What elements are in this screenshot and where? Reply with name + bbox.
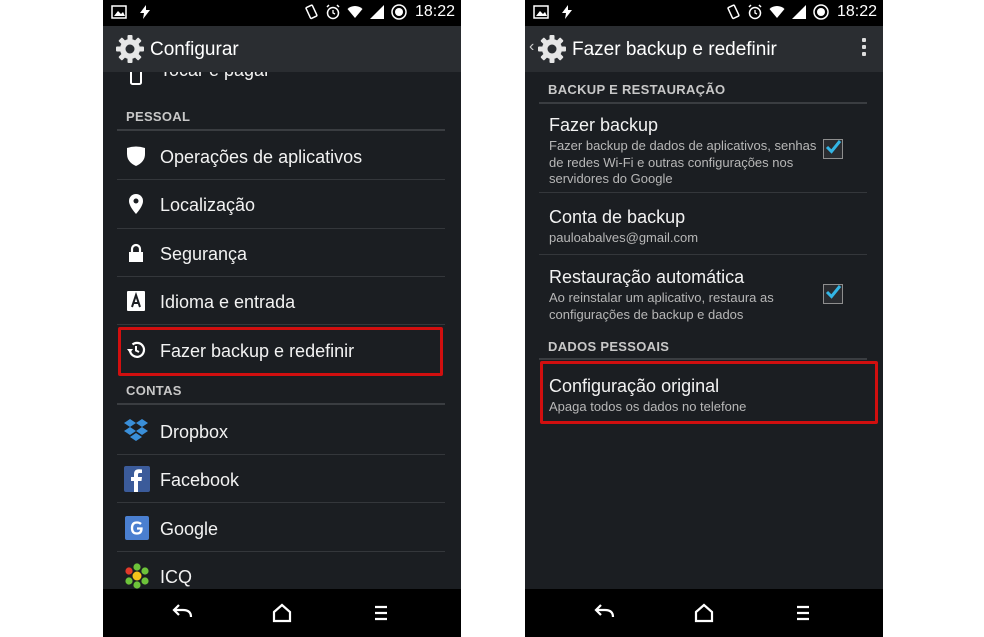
- list-item-label: Dropbox: [160, 422, 229, 442]
- divider: [117, 502, 445, 503]
- item-summary: paulo​abalves@gmail.com: [549, 230, 699, 245]
- backup-reset-screen: 18:22 ‹ Fazer backup e redefinir BACKUP …: [525, 0, 883, 637]
- list-item-label: Segurança: [160, 244, 248, 264]
- list-item-label: Localização: [160, 195, 256, 215]
- status-bar: 18:22: [525, 0, 883, 26]
- list-item-operacoes-de-aplicativos[interactable]: Operações de aplicativos: [117, 133, 445, 179]
- page-title: Configurar: [150, 39, 239, 60]
- icq-icon: [125, 563, 149, 589]
- section-header-contas: CONTAS: [126, 383, 182, 398]
- signal-icon: [791, 5, 806, 19]
- divider: [117, 228, 445, 229]
- list-item-label: Operações de aplicativos: [160, 147, 363, 167]
- list-item-facebook[interactable]: Facebook: [117, 456, 445, 502]
- home-icon[interactable]: [690, 601, 718, 625]
- language-icon: [127, 291, 145, 311]
- clock: 18:22: [414, 3, 455, 20]
- backup-settings-list[interactable]: BACKUP E RESTAURAÇÃO Fazer backup Fazer …: [525, 72, 883, 589]
- section-header-pessoal: PESSOAL: [126, 109, 191, 124]
- list-item-idioma-e-entrada[interactable]: Idioma e entrada: [117, 278, 445, 324]
- highlight-box: [540, 361, 878, 424]
- image-notification-icon: [533, 5, 549, 19]
- item-summary: Ao reinstalar um aplicativo, restaura as…: [549, 290, 774, 322]
- list-item-label: ICQ: [160, 567, 193, 587]
- item-summary: Fazer backup de dados de aplicativos, se…: [549, 138, 817, 186]
- shield-icon: [127, 146, 145, 166]
- navigation-bar: [525, 589, 883, 637]
- battery-icon: [813, 4, 829, 20]
- section-divider: [539, 358, 867, 360]
- list-item-localizacao[interactable]: Localização: [117, 181, 445, 227]
- recent-apps-icon[interactable]: [367, 601, 395, 625]
- phone-icon: [130, 72, 142, 85]
- signal-icon: [369, 5, 384, 19]
- location-pin-icon: [129, 194, 143, 214]
- settings-gear-icon[interactable]: [537, 34, 567, 64]
- list-item-label: Facebook: [160, 470, 240, 490]
- section-divider: [117, 403, 445, 405]
- status-bar: 18:22: [103, 0, 461, 26]
- checkmark-icon: [825, 140, 842, 154]
- divider: [117, 324, 445, 325]
- divider: [117, 454, 445, 455]
- divider: [539, 192, 867, 193]
- google-icon: [125, 516, 149, 540]
- overflow-menu-icon[interactable]: [861, 38, 867, 60]
- divider: [117, 551, 445, 552]
- item-title: Conta de backup: [549, 207, 686, 227]
- back-icon[interactable]: [169, 601, 197, 625]
- battery-icon: [391, 4, 407, 20]
- clock: 18:22: [836, 3, 877, 20]
- item-title: Restauração automática: [549, 267, 745, 287]
- flash-notification-icon: [562, 5, 572, 19]
- vibrate-icon: [305, 4, 318, 20]
- checkmark-icon: [825, 285, 842, 299]
- auto-restore-checkbox[interactable]: [823, 284, 843, 304]
- section-divider: [117, 129, 445, 131]
- settings-screen: 18:22 Configurar Tocar e pagar PESSOAL O…: [103, 0, 461, 637]
- dropbox-icon: [124, 419, 148, 441]
- section-header-dados-pessoais: DADOS PESSOAIS: [548, 339, 670, 354]
- list-item-label: Tocar e pagar: [160, 72, 270, 81]
- action-bar: ‹ Fazer backup e redefinir: [525, 26, 883, 72]
- page-title: Fazer backup e redefinir: [572, 39, 777, 60]
- alarm-icon: [326, 4, 340, 20]
- backup-checkbox[interactable]: [823, 139, 843, 159]
- lock-icon: [129, 243, 143, 262]
- highlight-box: [118, 327, 443, 376]
- item-title: Fazer backup: [549, 115, 659, 135]
- divider: [117, 276, 445, 277]
- list-item-dropbox[interactable]: Dropbox: [117, 408, 445, 454]
- alarm-icon: [748, 4, 762, 20]
- list-item-tocar-e-pagar[interactable]: Tocar e pagar: [117, 72, 445, 106]
- list-item-label: Google: [160, 519, 219, 539]
- section-divider: [539, 102, 867, 104]
- vibrate-icon: [727, 4, 740, 20]
- wifi-icon: [769, 6, 785, 18]
- list-item-google[interactable]: Google: [117, 505, 445, 551]
- navigation-bar: [103, 589, 461, 637]
- back-icon[interactable]: [591, 601, 619, 625]
- list-item-label: Idioma e entrada: [160, 292, 296, 312]
- image-notification-icon: [111, 5, 127, 19]
- home-icon[interactable]: [268, 601, 296, 625]
- section-header-backup-e-restauracao: BACKUP E RESTAURAÇÃO: [548, 82, 726, 97]
- flash-notification-icon: [140, 5, 150, 19]
- settings-gear-icon[interactable]: [115, 34, 145, 64]
- divider: [539, 254, 867, 255]
- action-bar: Configurar: [103, 26, 461, 72]
- recent-apps-icon[interactable]: [789, 601, 817, 625]
- up-chevron-icon[interactable]: ‹: [529, 38, 534, 56]
- list-item-icq[interactable]: ICQ: [117, 553, 445, 589]
- list-item-seguranca[interactable]: Segurança: [117, 230, 445, 276]
- wifi-icon: [347, 6, 363, 18]
- facebook-icon: [124, 466, 150, 492]
- divider: [117, 179, 445, 180]
